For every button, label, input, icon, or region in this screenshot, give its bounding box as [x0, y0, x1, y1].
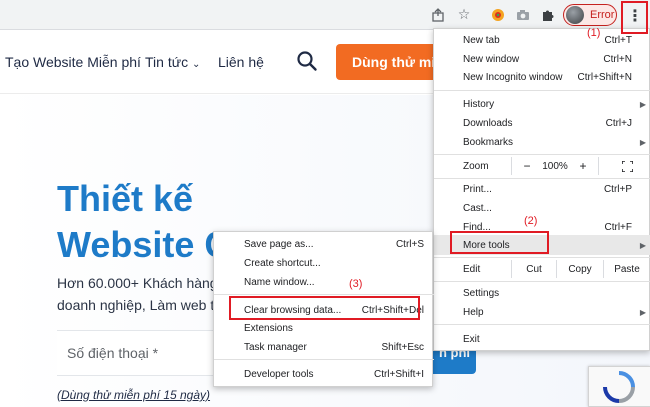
phone-input[interactable]: Số điện thoại * — [57, 330, 227, 376]
submenu-task-manager-label: Task manager — [244, 341, 307, 353]
menu-print-shortcut: Ctrl+P — [603, 183, 632, 195]
menu-bookmarks[interactable]: Bookmarks ▶ — [434, 133, 650, 151]
chevron-right-icon: ▶ — [639, 137, 646, 147]
chevron-right-icon: ▶ — [639, 99, 646, 109]
menu-zoom-label: Zoom — [463, 160, 489, 172]
menu-separator — [434, 154, 650, 155]
submenu-save-page[interactable]: Save page as... Ctrl+S — [214, 235, 434, 253]
menu-settings-label: Settings — [463, 287, 500, 299]
annotation-step1: (1) — [587, 27, 601, 39]
profile-error-chip[interactable]: Error — [563, 4, 617, 26]
menu-separator — [434, 90, 650, 91]
nav-create-site[interactable]: Tạo Website Miễn phí — [5, 54, 141, 70]
hero-title-line2: Website C — [57, 224, 231, 265]
nav-news-label: Tin tức — [145, 54, 189, 70]
menu-downloads-label: Downloads — [463, 117, 513, 129]
menu-new-window-label: New window — [463, 53, 520, 65]
zoom-in-button[interactable]: + — [568, 156, 598, 176]
menu-new-window-shortcut: Ctrl+N — [603, 53, 632, 65]
submenu-save-page-label: Save page as... — [244, 238, 314, 250]
menu-downloads[interactable]: Downloads Ctrl+J — [434, 114, 650, 132]
menu-new-window[interactable]: New window Ctrl+N — [434, 50, 650, 68]
menu-find-shortcut: Ctrl+F — [604, 221, 633, 233]
annotation-step3: (3) — [349, 278, 363, 290]
nav-contact[interactable]: Liên hệ — [218, 54, 264, 70]
menu-history-label: History — [463, 98, 495, 110]
recaptcha-badge[interactable] — [588, 366, 650, 407]
browser-toolbar: ☆ Error ⋮ — [0, 0, 650, 30]
menu-separator — [434, 324, 650, 325]
menu-bookmarks-label: Bookmarks — [463, 136, 514, 148]
submenu-create-shortcut-label: Create shortcut... — [244, 257, 321, 269]
chrome-main-menu: New tab Ctrl+T New window Ctrl+N New Incog… — [433, 28, 650, 351]
menu-zoom-row: Zoom − 100% + — [434, 156, 650, 176]
zoom-out-button[interactable]: − — [512, 156, 542, 176]
trial-link[interactable]: (Dùng thử miễn phí 15 ngày) — [57, 388, 210, 402]
menu-exit-label: Exit — [463, 333, 480, 345]
menu-incognito-label: New Incognito window — [463, 71, 563, 83]
profile-status: Error — [590, 9, 615, 21]
submenu-extensions-label: Extensions — [244, 322, 293, 334]
avatar — [566, 6, 584, 24]
star-icon[interactable]: ☆ — [453, 4, 475, 26]
puzzle-icon[interactable] — [537, 4, 559, 26]
chevron-down-icon: ⌄ — [191, 59, 201, 70]
menu-help-label: Help — [463, 306, 484, 318]
menu-cast-label: Cast... — [463, 202, 492, 214]
edit-paste-button[interactable]: Paste — [604, 259, 650, 279]
hero-desc-line1: Hơn 60.000+ Khách hàng đ — [57, 275, 230, 291]
chevron-right-icon: ▶ — [639, 240, 646, 250]
menu-separator — [434, 281, 650, 282]
nav-news[interactable]: Tin tức ⌄ — [145, 54, 200, 70]
highlight-box-kebab — [621, 1, 648, 34]
submenu-separator — [214, 294, 434, 295]
share-icon[interactable] — [427, 4, 449, 26]
fullscreen-icon[interactable] — [619, 156, 635, 176]
menu-new-tab-label: New tab — [463, 34, 500, 46]
camera-icon[interactable] — [512, 4, 534, 26]
menu-separator — [434, 178, 650, 179]
submenu-create-shortcut[interactable]: Create shortcut... — [214, 254, 434, 272]
highlight-box-clear-data — [229, 296, 420, 320]
extension-icon[interactable] — [487, 4, 509, 26]
highlight-box-more-tools — [450, 231, 549, 254]
submenu-dev-tools-shortcut: Ctrl+Shift+I — [373, 368, 424, 380]
hero-title-line1: Thiết kế — [57, 178, 194, 219]
menu-edit-label: Edit — [463, 263, 481, 275]
submenu-task-manager-shortcut: Shift+Esc — [381, 341, 424, 353]
hero-desc-line2: doanh nghiệp, Làm web the — [57, 297, 230, 313]
menu-help[interactable]: Help ▶ — [434, 303, 650, 321]
menu-incognito[interactable]: New Incognito window Ctrl+Shift+N — [434, 68, 650, 86]
submenu-name-window[interactable]: Name window... — [214, 273, 434, 291]
chevron-right-icon: ▶ — [639, 307, 646, 317]
menu-exit[interactable]: Exit — [434, 330, 650, 348]
menu-print-label: Print... — [463, 183, 492, 195]
menu-new-tab-shortcut: Ctrl+T — [604, 34, 633, 46]
menu-downloads-shortcut: Ctrl+J — [605, 117, 632, 129]
edit-cut-button[interactable]: Cut — [512, 259, 556, 279]
submenu-separator — [214, 359, 434, 360]
menu-settings[interactable]: Settings — [434, 284, 650, 302]
menu-new-tab[interactable]: New tab Ctrl+T — [434, 31, 650, 49]
submenu-extensions[interactable]: Extensions — [214, 319, 434, 337]
menu-print[interactable]: Print... Ctrl+P — [434, 180, 650, 198]
submenu-task-manager[interactable]: Task manager Shift+Esc — [214, 338, 434, 356]
menu-cast[interactable]: Cast... — [434, 199, 650, 217]
zoom-divider — [598, 157, 599, 175]
edit-copy-button[interactable]: Copy — [557, 259, 603, 279]
submenu-developer-tools[interactable]: Developer tools Ctrl+Shift+I — [214, 365, 434, 383]
submenu-name-window-label: Name window... — [244, 276, 315, 288]
menu-history[interactable]: History ▶ — [434, 95, 650, 113]
submenu-save-page-shortcut: Ctrl+S — [395, 238, 424, 250]
menu-incognito-shortcut: Ctrl+Shift+N — [577, 71, 632, 83]
menu-edit-row: Edit Cut Copy Paste — [434, 259, 650, 279]
submenu-dev-tools-label: Developer tools — [244, 368, 314, 380]
menu-separator — [434, 257, 650, 258]
search-icon[interactable] — [296, 50, 318, 72]
annotation-step2: (2) — [524, 215, 538, 227]
zoom-value: 100% — [542, 160, 568, 172]
